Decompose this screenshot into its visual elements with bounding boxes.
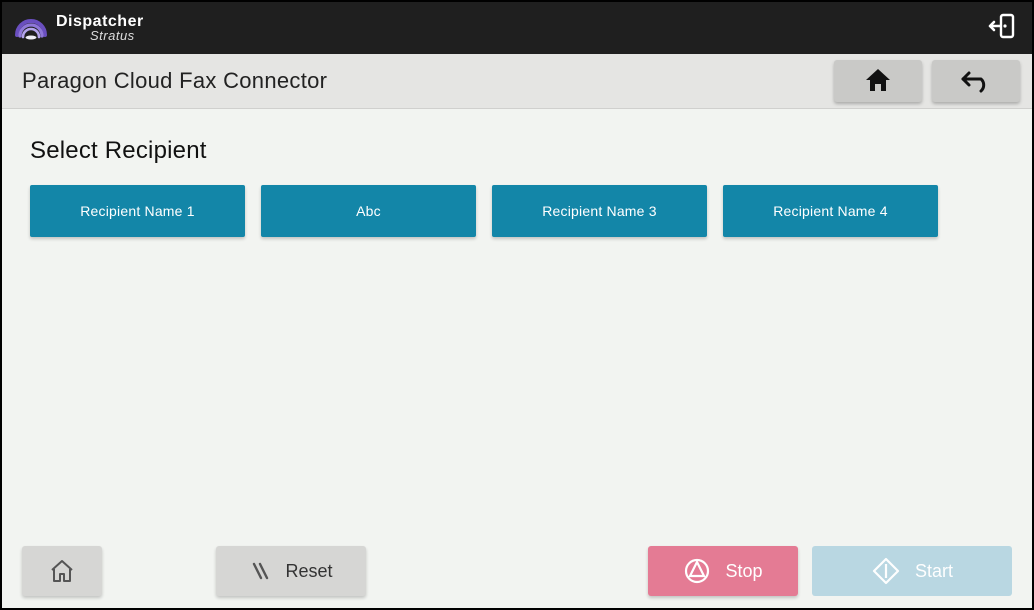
stop-label: Stop — [725, 561, 762, 582]
logout-icon — [988, 12, 1016, 45]
reset-label: Reset — [285, 561, 332, 582]
brand: Dispatcher Stratus — [14, 14, 144, 42]
reset-button[interactable]: Reset — [216, 546, 366, 596]
app-topbar: Dispatcher Stratus — [2, 2, 1032, 54]
recipient-button[interactable]: Recipient Name 4 — [723, 185, 938, 237]
brand-logo-icon — [14, 15, 48, 41]
start-button[interactable]: Start — [812, 546, 1012, 596]
header-bar: Paragon Cloud Fax Connector — [2, 54, 1032, 109]
home-button[interactable] — [834, 60, 922, 102]
recipient-button[interactable]: Recipient Name 3 — [492, 185, 707, 237]
header-actions — [834, 60, 1020, 102]
section-title: Select Recipient — [30, 137, 1004, 165]
brand-text: Dispatcher Stratus — [56, 14, 144, 42]
brand-sub: Stratus — [90, 29, 144, 42]
footer-home-button[interactable] — [22, 546, 102, 596]
home-outline-icon — [49, 559, 75, 583]
stop-button[interactable]: Stop — [648, 546, 798, 596]
start-label: Start — [915, 561, 953, 582]
logout-button[interactable] — [982, 8, 1022, 48]
recipient-grid: Recipient Name 1 Abc Recipient Name 3 Re… — [30, 185, 1004, 237]
back-button[interactable] — [932, 60, 1020, 102]
bottom-bar: Reset Stop Start — [2, 546, 1032, 596]
start-icon — [871, 556, 901, 586]
recipient-button[interactable]: Abc — [261, 185, 476, 237]
reset-icon — [249, 560, 271, 582]
content-area: Select Recipient Recipient Name 1 Abc Re… — [2, 109, 1032, 237]
home-icon — [864, 67, 892, 96]
page-title: Paragon Cloud Fax Connector — [22, 68, 327, 94]
back-arrow-icon — [959, 67, 993, 96]
recipient-button[interactable]: Recipient Name 1 — [30, 185, 245, 237]
stop-icon — [683, 557, 711, 585]
